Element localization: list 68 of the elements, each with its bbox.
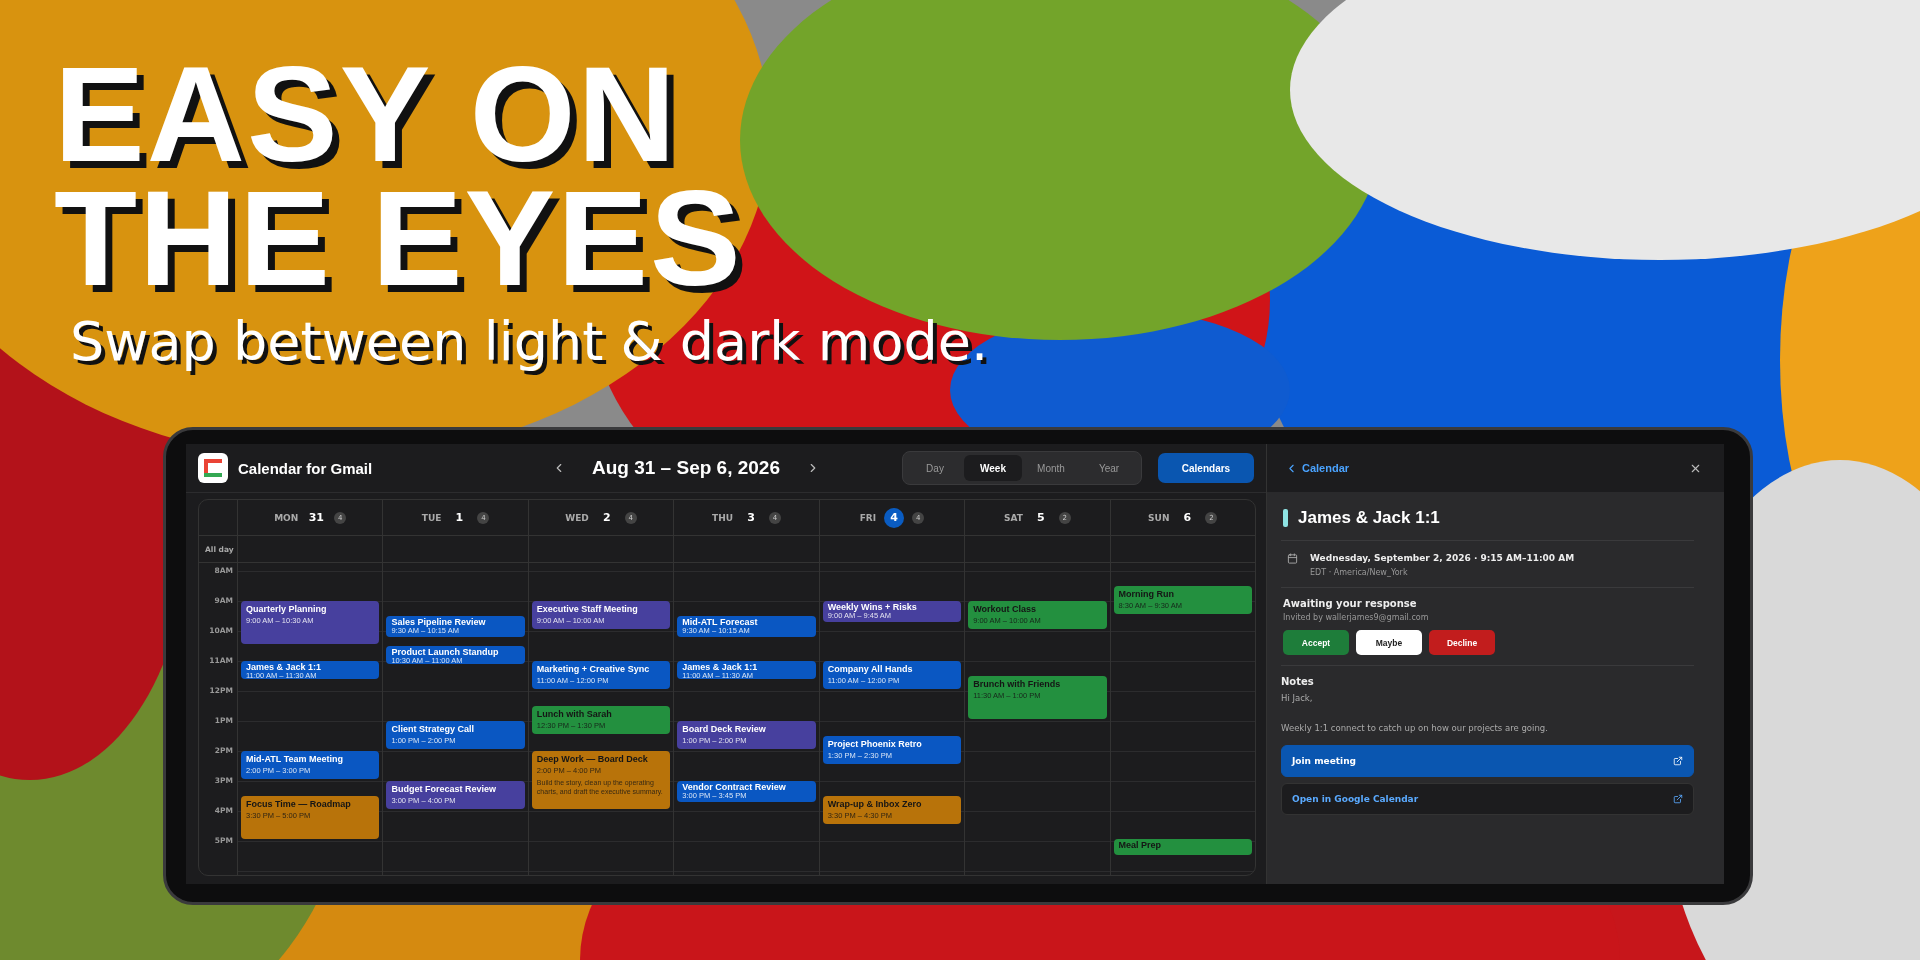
event-title: Executive Staff Meeting: [536, 604, 639, 615]
event-title: Budget Forecast Review: [391, 784, 497, 795]
day-number: 1: [454, 510, 465, 526]
day-number: 5: [1035, 510, 1046, 526]
event-title: Product Launch Standup: [391, 648, 500, 657]
back-link[interactable]: Calendar: [1285, 461, 1350, 475]
event-title: Deep Work — Board Deck: [536, 754, 649, 765]
open-calendar-button[interactable]: Open in Google Calendar: [1281, 783, 1694, 815]
external-link-icon: [1673, 756, 1683, 766]
event-title: Vendor Contract Review: [682, 783, 787, 792]
event-title: Morning Run: [1118, 589, 1176, 600]
note-text: Weekly 1:1 connect to catch up on how our projects are going.: [1281, 723, 1549, 733]
day-name: TUE: [421, 512, 442, 523]
notes-heading: Notes: [1281, 676, 1315, 687]
app-title: Calendar for Gmail: [238, 459, 373, 477]
event-title: Sales Pipeline Review: [391, 618, 487, 627]
event-title: Workout Class: [973, 604, 1037, 615]
external-link-icon: [1673, 794, 1683, 804]
day-name: FRI: [859, 512, 877, 523]
headline: EASY ON: [53, 52, 678, 176]
event-title: Brunch with Friends: [973, 679, 1062, 690]
day-name: THU: [712, 512, 733, 523]
event-block[interactable]: Meal Prep: [1113, 839, 1252, 855]
event-title: Wrap-up & Inbox Zero: [827, 799, 923, 810]
calendars-button[interactable]: Calendars: [1158, 453, 1254, 483]
maybe-button[interactable]: Maybe: [1356, 630, 1422, 655]
event-title: Mid-ATL Forecast: [682, 618, 759, 627]
day-number: 4: [884, 507, 905, 528]
subtitle: Swap between light & dark mode.: [70, 310, 989, 373]
event-date-time: Wednesday, September 2, 2026 · 9:15 AM–11:00 AM: [1310, 553, 1575, 563]
event-title: Company All Hands: [827, 664, 914, 675]
date-range: Aug 31 – Sep 6, 2026: [592, 457, 780, 479]
accept-button[interactable]: Accept: [1283, 630, 1349, 655]
view-tab[interactable]: Year: [1080, 455, 1138, 481]
day-number: 31: [307, 510, 325, 526]
day-number: 6: [1182, 510, 1193, 526]
view-tab[interactable]: Month: [1022, 455, 1080, 481]
timezone: EDT · America/New_York: [1310, 568, 1409, 577]
day-name: WED: [565, 512, 589, 523]
event-title: Quarterly Planning: [246, 604, 328, 615]
join-meeting-button[interactable]: Join meeting: [1281, 745, 1694, 777]
decline-button[interactable]: Decline: [1429, 630, 1495, 655]
calendar-icon: [1287, 553, 1298, 564]
event-title: Weekly Wins + Risks: [827, 603, 918, 612]
view-tab[interactable]: Day: [906, 455, 964, 481]
rsvp-heading: Awaiting your response: [1283, 598, 1417, 609]
event-title: Project Phoenix Retro: [827, 739, 923, 750]
day-number: 3: [746, 510, 756, 526]
event-title: Mid-ATL Team Meeting: [246, 754, 344, 765]
event-title: James & Jack 1:1: [246, 663, 323, 672]
event-title: James & Jack 1:1: [1298, 508, 1440, 528]
day-name: MON: [274, 512, 299, 523]
note-text: Hi Jack,: [1281, 693, 1314, 703]
event-title: Board Deck Review: [682, 724, 767, 735]
view-tab[interactable]: Week: [964, 455, 1022, 481]
event-title: Marketing + Creative Sync: [536, 664, 651, 675]
event-title: Client Strategy Call: [391, 724, 475, 735]
day-name: SUN: [1148, 512, 1170, 523]
event-title: Focus Time — Roadmap: [246, 799, 352, 810]
event-title: James & Jack 1:1: [682, 663, 759, 672]
event-title: Lunch with Sarah: [536, 709, 613, 720]
headline: THE EYES: [53, 176, 743, 300]
event-color-bar: [1283, 509, 1288, 527]
day-name: SAT: [1003, 512, 1023, 523]
event-title: Meal Prep: [1118, 841, 1163, 850]
day-number: 2: [602, 510, 612, 526]
invited-by: Invited by wallerjames9@gmail.com: [1283, 613, 1429, 622]
calendar-logo-icon: [198, 453, 228, 483]
